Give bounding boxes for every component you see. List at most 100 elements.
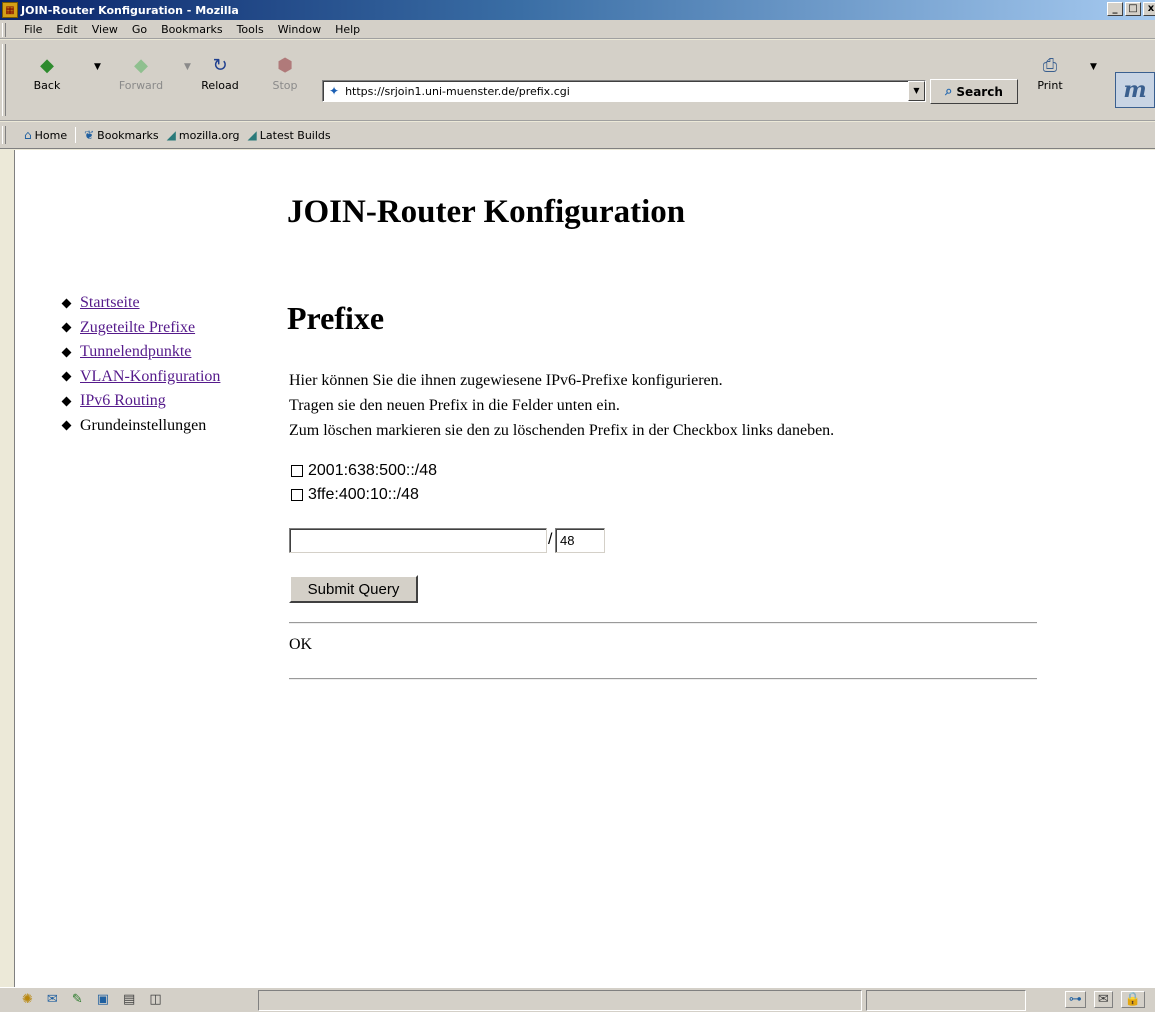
window-title: JOIN-Router Konfiguration - Mozilla xyxy=(21,3,239,17)
submit-query-button[interactable]: Submit Query xyxy=(289,575,418,603)
delete-prefix-checkbox[interactable] xyxy=(291,465,303,477)
status-text-panel xyxy=(258,990,862,1011)
intro-text: Hier können Sie die ihnen zugewiesene IP… xyxy=(289,368,834,443)
nav-link-zugeteilte-prefixe[interactable]: Zugeteilte Prefixe xyxy=(80,316,195,341)
site-icon: ✦ xyxy=(329,84,340,98)
reload-button[interactable]: ↻ Reload xyxy=(195,55,245,92)
nav-link-startseite[interactable]: Startseite xyxy=(80,291,140,316)
window-controls: _ □ x xyxy=(1107,2,1155,16)
print-label: Print xyxy=(1037,79,1063,92)
bullet-icon xyxy=(61,298,72,309)
cookie-icon[interactable]: ✉ xyxy=(1093,991,1113,1008)
print-button[interactable]: ⎙ Print xyxy=(1025,55,1075,92)
menubar-grip[interactable] xyxy=(2,23,6,37)
bookmarks-icon: ❦ xyxy=(84,128,95,142)
home-icon: ⌂ xyxy=(24,128,32,142)
navbar-grip[interactable] xyxy=(2,44,6,116)
stop-icon: ⬢ xyxy=(277,55,293,76)
site-navigation: Startseite Zugeteilte Prefixe Tunnelendp… xyxy=(61,291,220,439)
nav-item-grundeinstellungen: Grundeinstellungen xyxy=(61,414,220,439)
search-icon: ⌕ xyxy=(945,84,953,99)
page-content: JOIN-Router Konfiguration Startseite Zug… xyxy=(14,150,1155,987)
prefix-length-input[interactable] xyxy=(555,528,605,553)
component-bar: ✺ ✉ ✎ ▣ ▤ ◫ xyxy=(22,992,162,1007)
menu-tools[interactable]: Tools xyxy=(237,23,264,36)
address-book-icon[interactable]: ▤ xyxy=(123,992,135,1007)
nav-current-grundeinstellungen: Grundeinstellungen xyxy=(80,416,207,434)
bullet-icon xyxy=(61,420,72,431)
online-status-icon[interactable]: ⊶ xyxy=(1064,991,1086,1008)
menu-file[interactable]: File xyxy=(24,23,42,36)
security-lock-icon[interactable]: 🔒 xyxy=(1120,991,1145,1008)
back-label: Back xyxy=(33,79,61,92)
nav-item-zugeteilte-prefixe: Zugeteilte Prefixe xyxy=(61,316,220,341)
nav-link-tunnelendpunkte[interactable]: Tunnelendpunkte xyxy=(80,340,191,365)
menu-bar: File Edit View Go Bookmarks Tools Window… xyxy=(0,20,1155,39)
forward-dropdown-icon[interactable]: ▼ xyxy=(184,62,191,72)
nav-link-vlan-konfiguration[interactable]: VLAN-Konfiguration xyxy=(80,365,220,390)
nav-link-ipv6-routing[interactable]: IPv6 Routing xyxy=(80,389,166,414)
reload-label: Reload xyxy=(201,79,239,92)
back-button[interactable]: ◆ Back xyxy=(22,55,72,92)
result-status: OK xyxy=(289,636,313,653)
maximize-button[interactable]: □ xyxy=(1125,2,1141,16)
bookmark-page-icon: ◢ xyxy=(247,128,257,142)
nav-item-startseite: Startseite xyxy=(61,291,220,316)
prefix-separator: / xyxy=(548,531,553,548)
forward-button[interactable]: ◆ Forward xyxy=(116,55,166,92)
url-bar[interactable]: ✦ https://srjoin1.uni-muenster.de/prefix… xyxy=(322,80,926,102)
irc-icon[interactable]: ◫ xyxy=(149,992,161,1007)
progress-panel xyxy=(866,990,1026,1011)
menu-help[interactable]: Help xyxy=(335,23,360,36)
mozilla-app-icon: ▦ xyxy=(2,2,18,18)
prefix-label: 3ffe:400:10::/48 xyxy=(308,486,419,503)
back-arrow-icon: ◆ xyxy=(40,55,54,76)
bullet-icon xyxy=(61,322,72,333)
prefix-row: 2001:638:500::/48 xyxy=(291,462,437,480)
prefix-label: 2001:638:500::/48 xyxy=(308,462,438,479)
close-button[interactable]: x xyxy=(1143,2,1155,16)
search-button[interactable]: ⌕ Search xyxy=(930,79,1018,104)
reload-icon: ↻ xyxy=(212,55,228,76)
bookmark-mozilla-org[interactable]: ◢ mozilla.org xyxy=(167,128,240,142)
new-prefix-input[interactable] xyxy=(289,528,547,553)
page-heading: JOIN-Router Konfiguration xyxy=(287,194,686,230)
bookmark-home[interactable]: ⌂ Home xyxy=(24,128,67,142)
nav-item-vlan-konfiguration: VLAN-Konfiguration xyxy=(61,365,220,390)
menu-go[interactable]: Go xyxy=(132,23,147,36)
status-indicators: ⊶ ✉ 🔒 xyxy=(1064,991,1145,1008)
bookmark-latest-builds[interactable]: ◢ Latest Builds xyxy=(248,128,331,142)
bookmark-home-label: Home xyxy=(34,128,68,142)
printer-icon: ⎙ xyxy=(1042,55,1058,76)
menu-window[interactable]: Window xyxy=(278,23,321,36)
chat-icon[interactable]: ▣ xyxy=(97,992,109,1007)
menu-bookmarks[interactable]: Bookmarks xyxy=(161,23,222,36)
mail-icon[interactable]: ✉ xyxy=(47,992,58,1007)
minimize-button[interactable]: _ xyxy=(1107,2,1123,16)
stop-label: Stop xyxy=(272,79,298,92)
delete-prefix-checkbox[interactable] xyxy=(291,489,303,501)
divider xyxy=(289,622,1037,624)
stop-button[interactable]: ⬢ Stop xyxy=(260,55,310,92)
mozilla-throbber-logo[interactable]: m xyxy=(1115,72,1155,108)
menu-edit[interactable]: Edit xyxy=(56,23,77,36)
forward-arrow-icon: ◆ xyxy=(134,55,148,76)
window-titlebar: ▦ JOIN-Router Konfiguration - Mozilla _ … xyxy=(0,0,1155,20)
print-dropdown-icon[interactable]: ▼ xyxy=(1090,62,1097,72)
search-label: Search xyxy=(956,84,1003,99)
nav-item-ipv6-routing: IPv6 Routing xyxy=(61,389,220,414)
bullet-icon xyxy=(61,347,72,358)
menu-view[interactable]: View xyxy=(92,23,118,36)
composer-icon[interactable]: ✎ xyxy=(72,992,83,1007)
back-dropdown-icon[interactable]: ▼ xyxy=(94,62,101,72)
url-text: https://srjoin1.uni-muenster.de/prefix.c… xyxy=(345,84,570,98)
bullet-icon xyxy=(61,396,72,407)
forward-label: Forward xyxy=(118,79,164,92)
prefix-row: 3ffe:400:10::/48 xyxy=(291,486,419,504)
bookmarks-grip[interactable] xyxy=(2,126,6,144)
bookmark-bookmarks[interactable]: ❦ Bookmarks xyxy=(84,128,159,142)
bullet-icon xyxy=(61,371,72,382)
nav-item-tunnelendpunkte: Tunnelendpunkte xyxy=(61,340,220,365)
url-history-dropdown-icon[interactable]: ▼ xyxy=(908,81,925,101)
navigator-icon[interactable]: ✺ xyxy=(22,992,33,1007)
